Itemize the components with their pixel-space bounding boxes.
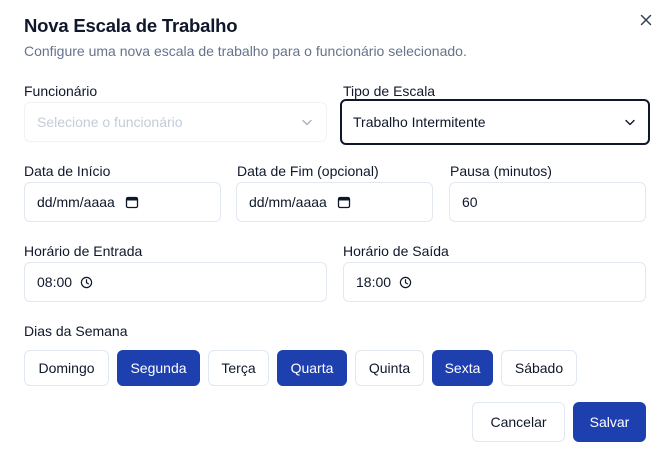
employee-label: Funcionário bbox=[24, 83, 98, 99]
end-date-label: Data de Fim (opcional) bbox=[237, 163, 379, 179]
day-toggle-sexta[interactable]: Sexta bbox=[432, 350, 493, 386]
employee-select[interactable]: Selecione o funcionário bbox=[24, 102, 327, 142]
schedule-type-label: Tipo de Escala bbox=[343, 83, 436, 99]
start-time-value: 08:00 bbox=[37, 274, 73, 290]
chevron-down-icon bbox=[623, 115, 637, 129]
start-time-input[interactable]: 08:00 bbox=[24, 262, 327, 302]
dialog-subtitle: Configure uma nova escala de trabalho pa… bbox=[24, 43, 467, 59]
start-date-input[interactable]: dd/mm/aaaa bbox=[24, 182, 221, 222]
weekdays-label: Dias da Semana bbox=[24, 323, 128, 339]
break-minutes-input[interactable]: 60 bbox=[449, 182, 646, 222]
employee-select-placeholder: Selecione o funcionário bbox=[37, 114, 183, 130]
break-minutes-value: 60 bbox=[462, 194, 478, 210]
start-date-value: dd/mm/aaaa bbox=[37, 194, 115, 210]
end-time-input[interactable]: 18:00 bbox=[343, 262, 646, 302]
new-schedule-dialog: Nova Escala de Trabalho Configure uma no… bbox=[0, 0, 662, 465]
start-time-label: Horário de Entrada bbox=[24, 243, 143, 259]
calendar-icon[interactable] bbox=[337, 195, 351, 209]
schedule-type-select[interactable]: Trabalho Intermitente bbox=[340, 99, 650, 145]
clock-icon[interactable] bbox=[80, 276, 93, 289]
break-label: Pausa (minutos) bbox=[450, 163, 552, 179]
end-time-value: 18:00 bbox=[356, 274, 392, 290]
day-toggle-quarta[interactable]: Quarta bbox=[277, 350, 347, 386]
calendar-icon[interactable] bbox=[125, 195, 139, 209]
day-toggle-domingo[interactable]: Domingo bbox=[24, 350, 109, 386]
start-date-label: Data de Início bbox=[24, 163, 111, 179]
save-button[interactable]: Salvar bbox=[573, 402, 646, 442]
end-time-label: Horário de Saída bbox=[343, 243, 449, 259]
chevron-down-icon bbox=[300, 115, 314, 129]
day-toggle-quinta[interactable]: Quinta bbox=[355, 350, 424, 386]
clock-icon[interactable] bbox=[399, 276, 412, 289]
day-toggle-segunda[interactable]: Segunda bbox=[117, 350, 200, 386]
schedule-type-value: Trabalho Intermitente bbox=[353, 114, 486, 130]
cancel-button[interactable]: Cancelar bbox=[472, 402, 565, 442]
end-date-value: dd/mm/aaaa bbox=[249, 194, 327, 210]
dialog-title: Nova Escala de Trabalho bbox=[24, 15, 238, 36]
close-icon[interactable] bbox=[636, 10, 656, 30]
day-toggle-sabado[interactable]: Sábado bbox=[501, 350, 577, 386]
day-toggle-terca[interactable]: Terça bbox=[208, 350, 269, 386]
end-date-input[interactable]: dd/mm/aaaa bbox=[236, 182, 433, 222]
